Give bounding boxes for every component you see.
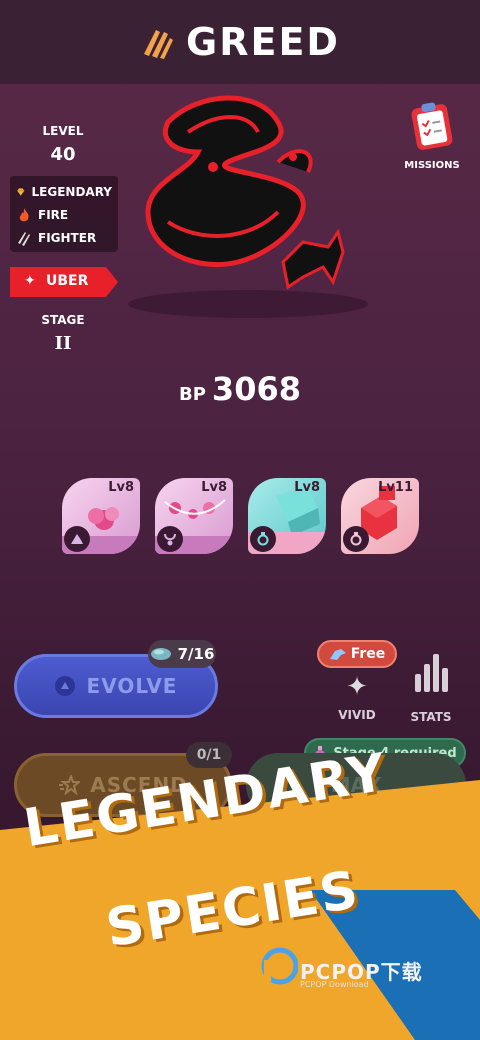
creature-image [128, 95, 368, 318]
level-value: 40 [50, 144, 76, 165]
evolve-material-count: 7/16 [148, 640, 216, 668]
fire-icon [19, 207, 29, 221]
free-badge: Free [316, 640, 398, 668]
equipment-level: Lv8 [294, 480, 320, 495]
clipboard-checklist-icon [411, 102, 453, 150]
stats-label: STATS [410, 710, 452, 724]
vivid-label: VIVID [338, 708, 376, 722]
level-label: LEVEL [42, 124, 84, 138]
trait-label: FIGHTER [38, 230, 97, 245]
bp-label: BP [179, 384, 206, 405]
equipment-level: Lv8 [201, 480, 227, 495]
sparkle-icon: ✦ [24, 273, 36, 289]
battle-power: BP 3068 [0, 370, 480, 408]
pcpop-logo [261, 947, 298, 992]
trait-label: FIRE [38, 207, 69, 222]
bar-chart-icon [415, 654, 448, 692]
diamond-icon [17, 187, 25, 196]
watermark-subtext: PCPOP Download [300, 980, 369, 989]
page-title: GREED [186, 20, 340, 64]
necklace-icon [157, 526, 183, 552]
trait-element: FIRE [16, 203, 112, 226]
missions-label: MISSIONS [404, 160, 460, 171]
vivid-button[interactable]: Free ✦ VIVID [312, 640, 402, 722]
equipment-slot-ring-2[interactable]: Lv11 [341, 478, 419, 554]
ring-icon [250, 526, 276, 552]
trait-rarity: LEGENDARY [16, 180, 112, 203]
equipment-slot-hat[interactable]: Lv8 [62, 478, 140, 554]
rank-label: UBER [46, 273, 89, 289]
missions-button[interactable]: MISSIONS [398, 100, 466, 171]
dragon-icon [329, 649, 346, 660]
gem-stone-icon [150, 648, 171, 660]
sparkle-icon: ✦ [346, 672, 368, 702]
equipment-level: Lv8 [108, 480, 134, 495]
equipment-slot-ring-1[interactable]: Lv8 [248, 478, 326, 554]
evolve-label: EVOLVE [86, 674, 178, 698]
trait-class: FIGHTER [16, 226, 112, 249]
arrow-up-icon [54, 676, 75, 696]
free-label: Free [350, 646, 386, 662]
evolve-count-text: 7/16 [177, 645, 215, 663]
bp-value: 3068 [211, 370, 301, 408]
claw-marks-icon [144, 30, 174, 59]
trait-label: LEGENDARY [31, 184, 112, 199]
top-bar: GREED [0, 0, 480, 84]
equipment-level: Lv11 [378, 480, 413, 495]
ring-icon [343, 526, 369, 552]
equipment-slot-necklace[interactable]: Lv8 [155, 478, 233, 554]
stage-label: STAGE [41, 313, 85, 327]
stage-value: II [54, 333, 72, 354]
stats-button[interactable]: STATS [398, 652, 464, 724]
hat-icon [64, 526, 90, 552]
traits-panel: LEGENDARY FIRE FIGHTER [10, 176, 118, 252]
rank-badge: ✦ UBER [10, 267, 118, 297]
claw-icon [18, 231, 30, 246]
